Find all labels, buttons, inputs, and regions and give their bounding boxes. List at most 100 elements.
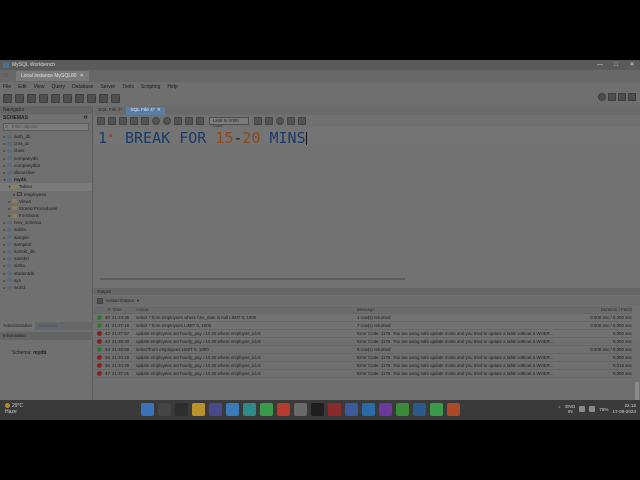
output-type-select[interactable]: Action Output xyxy=(106,298,134,303)
filter-objects-input[interactable]: Filter objects xyxy=(3,123,89,131)
taskbar-app-icon[interactable] xyxy=(192,403,205,416)
chevron-down-icon[interactable]: ▾ xyxy=(137,298,139,304)
refresh-schemas-icon[interactable]: ⟳ xyxy=(84,114,88,122)
taskbar-app-icon[interactable] xyxy=(396,403,409,416)
tree-item[interactable]: ▸ world xyxy=(0,284,92,291)
tree-item[interactable]: ▸ sanskrt xyxy=(0,255,92,262)
toggle-continue-on-error-icon[interactable] xyxy=(163,117,171,125)
create-view-icon[interactable] xyxy=(63,93,72,103)
tree-item[interactable]: ▸ Functions xyxy=(0,212,92,219)
taskbar-app-icon[interactable] xyxy=(294,403,307,416)
save-icon[interactable] xyxy=(108,117,116,125)
col-action[interactable]: Action xyxy=(136,307,357,312)
open-sql-script-icon[interactable] xyxy=(15,93,24,103)
execute-lightning-icon[interactable] xyxy=(119,117,127,125)
explain-icon[interactable] xyxy=(141,117,149,125)
search-table-data-icon[interactable] xyxy=(99,93,108,103)
close-tab-icon[interactable]: ✕ xyxy=(80,73,84,79)
table-row[interactable]: 44 21:28:58 select*from employees LIMIT 0,… xyxy=(94,346,632,354)
taskbar-app-icon[interactable] xyxy=(362,403,375,416)
table-row[interactable]: 43 21:28:30 update employees set hourly_pa… xyxy=(94,338,632,346)
menu-database[interactable]: Database xyxy=(72,84,93,90)
table-row[interactable]: 41 21:27:18 select * from employees LIMIT … xyxy=(94,322,632,330)
tree-item[interactable]: ▸ sisha xyxy=(0,262,92,269)
tree-item[interactable]: ▸ auth_db xyxy=(0,133,92,140)
tree-item[interactable]: ▸ sys xyxy=(0,277,92,284)
tree-item[interactable]: ▸ sakila xyxy=(0,226,92,233)
invisible-chars-icon[interactable] xyxy=(287,117,295,125)
menu-query[interactable]: Query xyxy=(51,84,65,90)
taskbar-app-icon[interactable] xyxy=(345,403,358,416)
tree-item[interactable]: ▸ companydb2 xyxy=(0,162,92,169)
toggle-output-icon[interactable] xyxy=(618,93,626,101)
taskbar-app-icon[interactable] xyxy=(413,403,426,416)
menu-server[interactable]: Server xyxy=(100,84,115,90)
toggle-secondary-sidebar-icon[interactable] xyxy=(628,93,636,101)
code-line[interactable]: BREAK FOR 15-20 MINS xyxy=(125,131,307,146)
tree-item[interactable]: ▾ Tables xyxy=(0,183,92,191)
table-row[interactable]: 47 21:37:21 update employees set hourly_pa… xyxy=(94,370,632,378)
close-tab-icon[interactable]: ✕ xyxy=(157,107,161,115)
taskbar-app-icon[interactable] xyxy=(226,403,239,416)
taskbar-app-icon[interactable] xyxy=(379,403,392,416)
table-row[interactable]: 46 21:34:29 update employees set hourly_pa… xyxy=(94,362,632,370)
menu-file[interactable]: File xyxy=(3,84,11,90)
menu-view[interactable]: View xyxy=(34,84,45,90)
taskbar-app-icon[interactable] xyxy=(243,403,256,416)
taskbar-app-icon[interactable] xyxy=(328,403,341,416)
battery-percent[interactable]: 76% xyxy=(599,407,608,412)
clock[interactable]: 22:16 17-09-2024 xyxy=(613,403,637,415)
table-row[interactable]: 42 21:27:57 update employees set hourly_pa… xyxy=(94,330,632,338)
taskbar-app-icon[interactable] xyxy=(175,403,188,416)
home-icon[interactable]: ⌂ xyxy=(4,72,12,80)
col-time[interactable]: Time xyxy=(112,307,136,312)
menu-edit[interactable]: Edit xyxy=(18,84,27,90)
col-message[interactable]: Message xyxy=(357,307,577,312)
reconnect-icon[interactable] xyxy=(111,93,120,103)
tree-item[interactable]: ▸ sanskt_db xyxy=(0,248,92,255)
connection-tab[interactable]: Local instance MySQL80 ✕ xyxy=(16,71,89,81)
rollback-icon[interactable] xyxy=(185,117,193,125)
tree-item[interactable]: ▸ cms_ai xyxy=(0,140,92,147)
menu-tools[interactable]: Tools xyxy=(122,84,134,90)
commit-icon[interactable] xyxy=(174,117,182,125)
sql-editor[interactable]: 1 BREAK FOR 15-20 MINS xyxy=(94,127,640,146)
create-table-icon[interactable] xyxy=(51,93,60,103)
tree-item[interactable]: ▸ Stored Procedures xyxy=(0,205,92,212)
taskbar-app-icon[interactable] xyxy=(158,403,171,416)
language-indicator[interactable]: ENG IN xyxy=(565,404,575,414)
menu-help[interactable]: Help xyxy=(167,84,177,90)
tree-item[interactable]: ▸ studentdb xyxy=(0,270,92,277)
execute-current-icon[interactable] xyxy=(130,117,138,125)
tab-administration[interactable]: Administration xyxy=(0,322,36,330)
tree-item[interactable]: ▸ new_schema xyxy=(0,219,92,226)
toggle-sidebar-icon[interactable] xyxy=(608,93,616,101)
find-icon[interactable] xyxy=(276,117,284,125)
taskbar-app-icon[interactable] xyxy=(430,403,443,416)
taskbar-app-icon[interactable] xyxy=(311,403,324,416)
create-schema-icon[interactable] xyxy=(39,93,48,103)
minimize-button[interactable]: — xyxy=(592,60,608,70)
word-wrap-icon[interactable] xyxy=(298,117,306,125)
limit-rows-select[interactable]: Limit to 1000 rows xyxy=(209,117,249,129)
gear-icon[interactable] xyxy=(598,93,606,101)
tree-item[interactable]: ▸ sample xyxy=(0,234,92,241)
volume-icon[interactable] xyxy=(589,406,596,412)
col-duration[interactable]: Duration / Fetch xyxy=(577,307,632,312)
tree-item[interactable]: ▸ Views xyxy=(0,198,92,205)
tree-item[interactable]: ▾ mydb xyxy=(0,176,92,183)
add-star-icon[interactable] xyxy=(254,117,262,125)
table-row[interactable]: 45 21:34:18 update employees set hourly_pa… xyxy=(94,354,632,362)
stop-icon[interactable] xyxy=(152,117,160,125)
chevron-up-icon[interactable]: ⌃ xyxy=(557,406,561,412)
menu-scripting[interactable]: Scripting xyxy=(141,84,160,90)
taskbar-app-icon[interactable] xyxy=(209,403,222,416)
tab-sql-file-4[interactable]: SQL File 4* ✕ xyxy=(126,107,165,115)
tree-item[interactable]: ▸ employees xyxy=(0,191,92,198)
tab-schemas[interactable]: Schemas xyxy=(35,322,60,330)
weather-widget[interactable]: 29°C Haze xyxy=(5,403,23,415)
tree-item[interactable]: ▸ class xyxy=(0,147,92,154)
editor-horizontal-scrollbar[interactable] xyxy=(100,278,405,280)
create-procedure-icon[interactable] xyxy=(75,93,84,103)
create-function-icon[interactable] xyxy=(87,93,96,103)
